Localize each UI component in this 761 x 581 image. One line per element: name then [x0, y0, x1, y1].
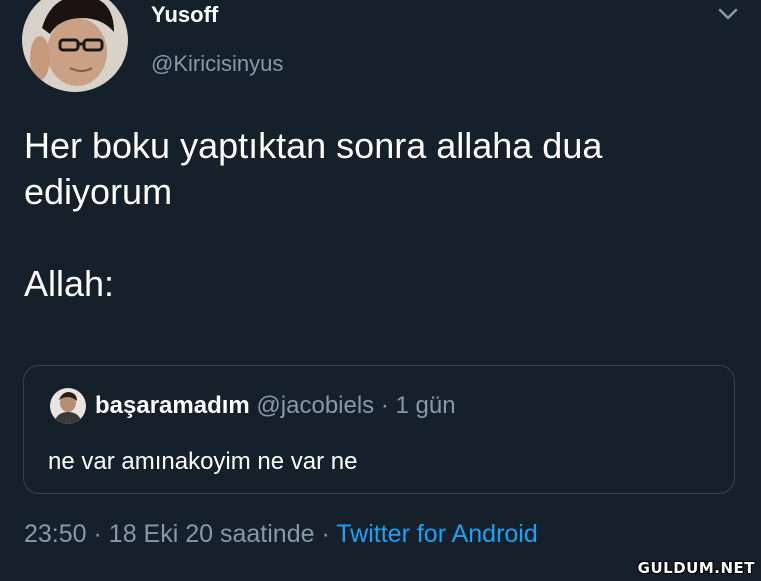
chevron-down-icon[interactable]: [716, 6, 740, 22]
site-watermark: GULDUM.NET: [637, 559, 755, 577]
quoted-author-name[interactable]: başaramadım: [95, 392, 250, 419]
author-handle[interactable]: @Kiricisinyus: [151, 51, 283, 77]
quoted-author-handle[interactable]: @jacobiels: [256, 392, 374, 419]
author-avatar[interactable]: [22, 0, 128, 92]
quoted-tweet-text: ne var amınakoyim ne var ne: [48, 448, 358, 475]
tweet-text: Her boku yaptıktan sonra allaha dua ediy…: [24, 123, 744, 307]
tweet-time[interactable]: 23:50: [24, 520, 87, 548]
meta-separator: ·: [380, 392, 389, 419]
author-name[interactable]: Yusoff: [151, 2, 218, 28]
meta-separator: ·: [93, 520, 102, 548]
tweet-text-line: Allah:: [24, 263, 115, 304]
tweet-text-line: ediyorum: [24, 171, 173, 212]
tweet-date[interactable]: 18 Eki 20 saatinde: [109, 520, 315, 548]
tweet-text-line: Her boku yaptıktan sonra allaha dua: [24, 125, 603, 166]
tweet-screenshot: Yusoff @Kiricisinyus Her boku yaptıktan …: [0, 0, 761, 581]
quoted-author-avatar[interactable]: [50, 388, 86, 424]
tweet-footer: 23:50 · 18 Eki 20 saatinde · Twitter for…: [24, 520, 538, 549]
quoted-tweet-card[interactable]: başaramadım @jacobiels · 1 gün ne var am…: [23, 365, 735, 494]
tweet-source-link[interactable]: Twitter for Android: [336, 520, 537, 548]
quoted-tweet-time[interactable]: 1 gün: [396, 392, 456, 419]
quoted-tweet-header: başaramadım @jacobiels · 1 gün: [95, 392, 456, 420]
meta-separator: ·: [321, 520, 330, 548]
